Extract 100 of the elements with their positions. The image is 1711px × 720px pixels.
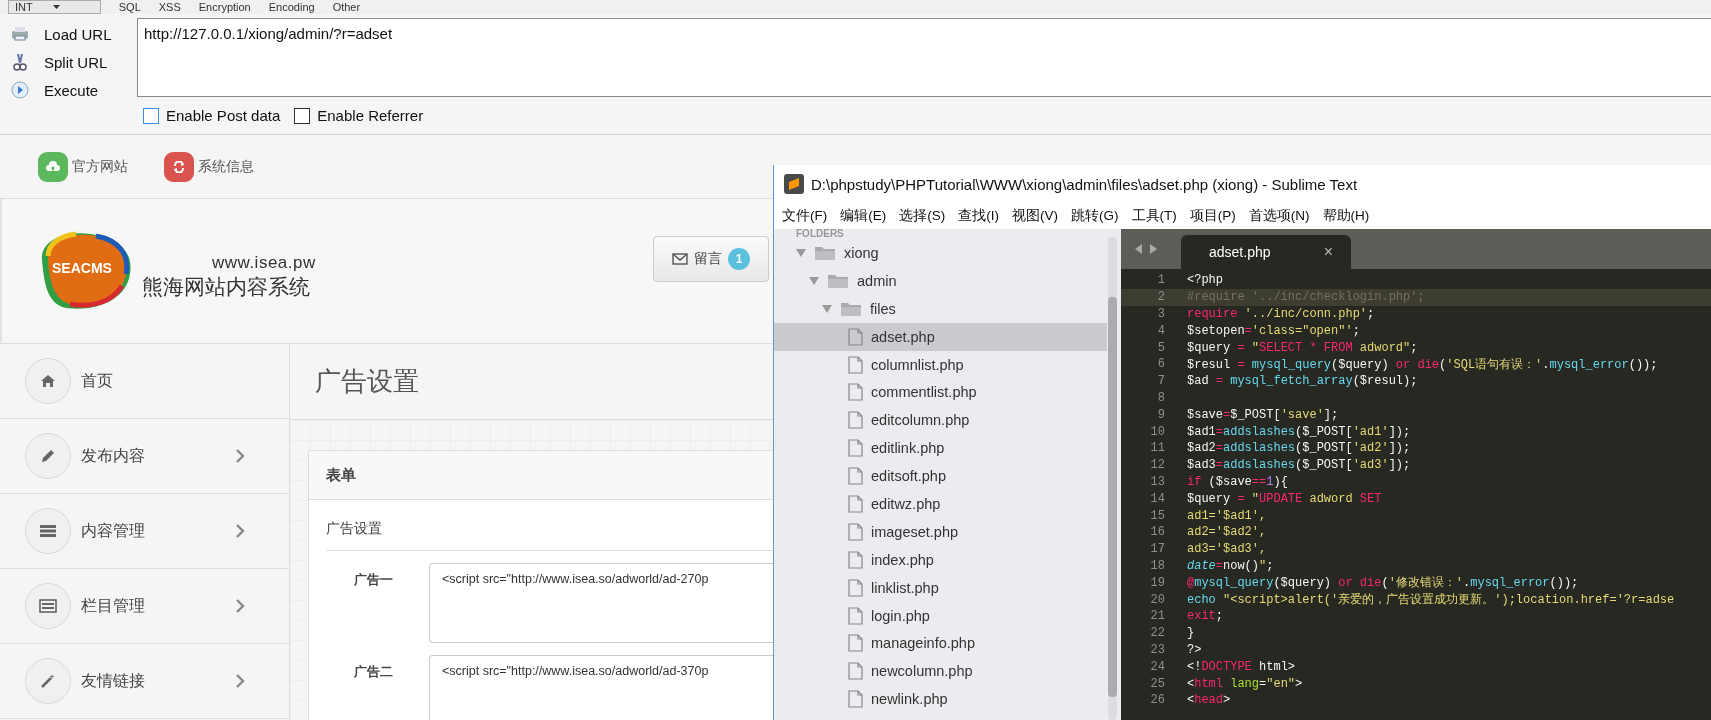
toolbar-action[interactable]: Load URL	[0, 20, 137, 48]
file-item[interactable]: editlink.php	[774, 434, 1107, 463]
toolbar-menu[interactable]: Encoding	[268, 1, 315, 13]
line-number: 14	[1149, 491, 1166, 506]
menu-item[interactable]: 帮助(H)	[1322, 207, 1370, 225]
code-line: <head>	[1187, 693, 1231, 708]
file-item[interactable]: editcolumn.php	[774, 406, 1107, 435]
code-line: @mysql_query($query) or die('修改错误：'.mysql_error());	[1187, 575, 1579, 592]
menu-item[interactable]: 查找(I)	[958, 207, 999, 225]
file-item[interactable]: imageset.php	[774, 517, 1107, 546]
line-number: 1	[1156, 273, 1166, 288]
mail-icon	[672, 252, 688, 265]
line-number: 11	[1149, 441, 1166, 456]
folder-item[interactable]: admin	[774, 266, 1107, 295]
app-icon	[784, 174, 804, 194]
close-icon[interactable]: ×	[1323, 243, 1333, 261]
toolbar-action[interactable]: Split URL	[0, 48, 137, 76]
line-number: 8	[1156, 390, 1166, 405]
page-title: 广告设置	[315, 365, 419, 398]
file-item[interactable]: login.php	[774, 601, 1107, 630]
count-badge: 1	[728, 247, 750, 270]
code-line: echo "<script>alert('亲爱的，广告设置成功更新。');location.href='?r=adse	[1187, 592, 1675, 609]
disclosure-triangle-icon	[809, 276, 819, 285]
line-number: 21	[1149, 609, 1166, 624]
menu-item[interactable]: 跳转(G)	[1071, 207, 1119, 225]
line-number: 5	[1156, 340, 1166, 355]
scrollbar[interactable]	[1108, 237, 1117, 720]
chevron-icon	[236, 524, 245, 538]
top-link[interactable]: 系统信息	[164, 151, 254, 182]
code-line: ad1='$ad1',	[1187, 508, 1267, 523]
line-number: 13	[1149, 474, 1166, 489]
file-item[interactable]: linklist.php	[774, 573, 1107, 602]
menu-item[interactable]: 项目(P)	[1189, 207, 1236, 225]
file-icon	[848, 383, 863, 402]
toolbar-menu[interactable]: Other	[332, 1, 361, 13]
file-icon	[848, 690, 863, 709]
sidebar-header: FOLDERS	[796, 229, 844, 239]
line-number: 22	[1149, 626, 1166, 641]
field-label: 广告二	[354, 663, 393, 681]
encoding-select[interactable]: INT	[8, 0, 101, 14]
file-item[interactable]: editsoft.php	[774, 462, 1107, 490]
chevron-icon	[236, 599, 245, 613]
window-title: D:\phpstudy\PHPTutorial\WWW\xiong\admin\files\adset.php (xiong) - Sublime Text	[811, 175, 1358, 193]
file-item[interactable]: editwz.php	[774, 490, 1107, 518]
chevron-icon	[236, 674, 245, 688]
checkbox-option[interactable]: Enable Referrer	[294, 107, 424, 124]
toolbar-action[interactable]: Execute	[0, 76, 137, 104]
top-link[interactable]: 官方网站	[38, 151, 128, 182]
menu-item[interactable]: 编辑(E)	[840, 207, 887, 225]
line-number: 23	[1149, 642, 1166, 657]
file-icon	[848, 439, 863, 458]
toolbar-menu[interactable]: SQL	[118, 1, 141, 13]
line-number: 19	[1149, 575, 1166, 590]
menu-item[interactable]: 选择(S)	[899, 207, 946, 225]
line-number: 20	[1149, 592, 1166, 607]
code-line: $ad1=addslashes($_POST['ad1']);	[1187, 424, 1411, 439]
menu-item[interactable]: 首选项(N)	[1248, 207, 1310, 225]
message-button[interactable]: 留言 1	[653, 235, 769, 282]
folder-item[interactable]: xiong	[774, 239, 1107, 267]
file-item[interactable]: newlink.php	[774, 685, 1107, 714]
line-number: 18	[1149, 558, 1166, 573]
line-number: 24	[1149, 659, 1166, 674]
line-number: 26	[1149, 693, 1166, 708]
code-line: $ad3=addslashes($_POST['ad3']);	[1187, 458, 1411, 473]
ad-code-field[interactable]: <script src="http://www.isea.so/adworld/ad-270p	[429, 563, 773, 643]
chevron-icon	[236, 449, 245, 463]
url-field[interactable]: http://127.0.0.1/xiong/admin/?r=adset	[137, 18, 1711, 97]
disclosure-triangle-icon	[822, 304, 832, 313]
dropdown-arrow-icon	[52, 5, 60, 9]
line-number: 9	[1156, 407, 1166, 422]
line-number: 16	[1149, 525, 1166, 540]
file-icon	[848, 578, 863, 597]
menu-item[interactable]: 文件(F)	[782, 207, 828, 225]
file-item[interactable]: newcolumn.php	[774, 657, 1107, 686]
file-item[interactable]: manageinfo.php	[774, 629, 1107, 658]
field-label: 广告一	[354, 571, 393, 589]
file-tab[interactable]: adset.php ×	[1181, 235, 1351, 269]
file-icon	[848, 662, 863, 681]
menu-item[interactable]: 工具(T)	[1131, 207, 1177, 225]
folder-item[interactable]: files	[774, 294, 1107, 323]
line-number: 7	[1156, 374, 1166, 389]
code-line: $ad2=addslashes($_POST['ad2']);	[1187, 441, 1411, 456]
file-item[interactable]: adset.php	[774, 322, 1107, 351]
file-item[interactable]: index.php	[774, 545, 1107, 574]
file-icon	[848, 467, 863, 486]
toolbar-menu[interactable]: Encryption	[198, 1, 251, 13]
line-number: 6	[1156, 357, 1166, 372]
tab-arrows-icon[interactable]	[1133, 243, 1159, 255]
code-line: <?php	[1187, 273, 1223, 288]
code-line: ad2='$ad2',	[1187, 525, 1267, 540]
file-icon	[848, 522, 863, 541]
toolbar-menu[interactable]: XSS	[158, 1, 181, 13]
checkbox-option[interactable]: Enable Post data	[143, 107, 281, 124]
menu-item[interactable]: 视图(V)	[1012, 207, 1058, 225]
file-item[interactable]: commentlist.php	[774, 378, 1107, 407]
file-icon	[848, 634, 863, 653]
scissors-icon	[10, 53, 30, 71]
file-item[interactable]: columnlist.php	[774, 350, 1107, 379]
code-line: <html lang="en">	[1187, 676, 1303, 691]
file-icon	[848, 606, 863, 625]
